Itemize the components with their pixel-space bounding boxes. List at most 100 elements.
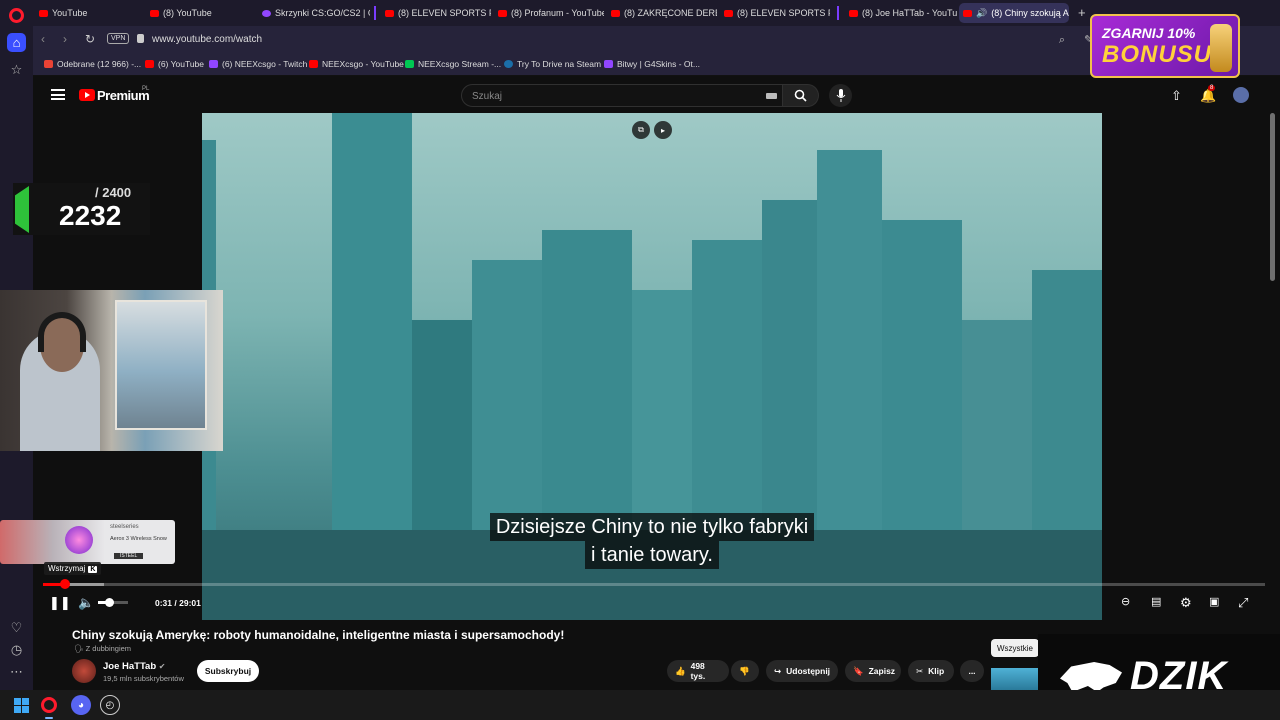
cast-icon[interactable]: ▸ xyxy=(654,121,672,139)
thumbs-down-icon: 👎 xyxy=(739,665,750,676)
verified-icon: ✔ xyxy=(158,662,166,671)
video-overlay-buttons: ⧉ ▸ xyxy=(632,121,672,139)
discord-taskbar-icon[interactable]: ◕ xyxy=(71,695,91,715)
opera-logo-icon[interactable] xyxy=(9,8,24,23)
upload-icon[interactable]: ⇧ xyxy=(1171,88,1182,104)
bookmark-youtube[interactable]: (6) YouTube xyxy=(145,59,204,69)
volume-handle[interactable] xyxy=(104,598,114,607)
bookmark-neex-youtube[interactable]: NEEXcsgo - YouTube xyxy=(309,59,404,69)
score-max: / 2400 xyxy=(95,185,132,200)
active-app-indicator xyxy=(45,717,53,719)
miniplayer-icon[interactable]: ⧉ xyxy=(632,121,650,139)
share-button[interactable]: ↪ Udostępnij xyxy=(766,660,838,682)
g4skins-favicon-icon xyxy=(262,9,271,17)
video-frame[interactable]: ⧉ ▸ Dzisiejsze Chiny to nie tylko fabryk… xyxy=(202,113,1102,620)
youtube-favicon-icon xyxy=(150,9,159,17)
clock-app-taskbar-icon[interactable]: ◴ xyxy=(100,695,120,715)
forward-icon[interactable]: › xyxy=(63,32,67,46)
miniplayer-icon[interactable]: ▣ xyxy=(1209,595,1219,608)
bookmark-steam[interactable]: Try To Drive na Steam xyxy=(504,59,601,69)
volume-icon[interactable]: 🔈 xyxy=(78,595,94,611)
search-button[interactable] xyxy=(783,84,819,107)
new-tab-button[interactable]: + xyxy=(1078,5,1086,20)
pause-tooltip: Wstrzymaj K xyxy=(44,562,102,575)
scrubber-handle[interactable] xyxy=(59,579,70,589)
caption-line-2: i tanie towary. xyxy=(585,541,719,569)
back-icon[interactable]: ‹ xyxy=(41,32,45,46)
thumbs-up-icon: 👍 xyxy=(675,665,686,676)
menu-icon[interactable] xyxy=(51,89,65,100)
bookmark-twitch[interactable]: (6) NEEXcsgo - Twitch xyxy=(209,59,307,69)
volume-slider[interactable] xyxy=(98,598,128,607)
caption-line-1: Dzisiejsze Chiny to nie tylko fabryki xyxy=(489,513,815,541)
speaker-icon: 🔊 xyxy=(976,7,988,18)
bookmark-g4skins[interactable]: Bitwy | G4Skins - Ot... xyxy=(604,59,700,69)
dislike-button[interactable]: 👎 xyxy=(731,660,759,682)
url-field[interactable]: www.youtube.com/watch xyxy=(152,34,262,45)
clip-button[interactable]: ✂ Klip xyxy=(908,660,954,682)
keyboard-icon[interactable] xyxy=(766,93,777,99)
subscriber-count: 19,5 mln subskrybentów xyxy=(103,674,184,683)
tab-eleven-sports[interactable]: (8) ELEVEN SPORTS PL - Y xyxy=(381,3,491,23)
opera-taskbar-icon[interactable] xyxy=(41,697,57,713)
screen: ⌂ ☆ ♡ ◷ ⋯ YouTube (8) YouTube Skrzynki C… xyxy=(0,0,1280,720)
voice-search-button[interactable] xyxy=(829,84,852,107)
tab-youtube[interactable]: YouTube xyxy=(35,3,143,23)
lock-icon[interactable] xyxy=(137,34,144,43)
dubbing-label: Z dubbingiem xyxy=(85,644,132,653)
tab-joe-hattab[interactable]: (8) Joe HaTTab - YouTube xyxy=(845,3,957,23)
tab-derby[interactable]: (8) ZAKRĘCONE DERBY W xyxy=(607,3,717,23)
tab-youtube-2[interactable]: (8) YouTube xyxy=(146,3,254,23)
reload-icon[interactable]: ↻ xyxy=(85,32,95,46)
recommended-thumbnail[interactable] xyxy=(991,668,1039,690)
all-chip[interactable]: Wszystkie xyxy=(991,639,1039,657)
tab-label: (8) Joe HaTTab - YouTube xyxy=(862,8,957,18)
tab-label: Skrzynki CS:GO/CS2 | G4S xyxy=(275,8,370,18)
channel-name[interactable]: Joe HaTTab ✔ xyxy=(103,661,165,672)
tab-profanum[interactable]: (8) Profanum - YouTube xyxy=(494,3,604,23)
tab-g4skins[interactable]: Skrzynki CS:GO/CS2 | G4S xyxy=(258,3,370,23)
fullscreen-icon[interactable]: ⤢ xyxy=(1238,595,1248,611)
boar-icon xyxy=(1060,662,1122,692)
youtube-favicon-icon xyxy=(498,9,507,17)
settings-gear-icon[interactable]: ⚙ xyxy=(1180,595,1192,611)
bonus-ad-banner[interactable]: ZGARNIJ 10% BONUSU xyxy=(1090,14,1240,78)
microphone-icon xyxy=(836,89,845,102)
home-icon[interactable]: ⌂ xyxy=(7,33,26,52)
bookmark-neex-stream[interactable]: NEEXcsgo Stream -... xyxy=(405,59,501,69)
favorites-heart-icon[interactable]: ♡ xyxy=(7,618,26,637)
steelseries-brand: steelseries xyxy=(110,524,139,530)
like-button[interactable]: 👍 498 tys. xyxy=(667,660,729,682)
account-avatar[interactable] xyxy=(1233,87,1249,103)
youtube-favicon-icon xyxy=(309,60,318,68)
bookmark-icon: 🔖 xyxy=(853,665,864,676)
coin-graphic-icon xyxy=(1210,24,1232,72)
tab-label: (8) ELEVEN SPORTS PL - Y xyxy=(398,8,491,18)
tab-group-divider xyxy=(374,6,376,20)
score-overlay: / 2400 2232 xyxy=(13,183,150,235)
tab-active-video[interactable]: 🔊(8) Chiny szokują Ame xyxy=(959,3,1069,23)
subscribe-button[interactable]: Subskrybuj xyxy=(197,660,259,682)
windows-start-icon[interactable] xyxy=(14,698,29,713)
more-actions-button[interactable]: ... xyxy=(960,660,984,682)
tooltip-text: Wstrzymaj xyxy=(48,564,86,573)
save-label: Zapisz xyxy=(868,666,896,676)
speed-dial-icon[interactable]: ☆ xyxy=(7,60,26,79)
sidebar-more-icon[interactable]: ⋯ xyxy=(7,662,26,681)
tab-label: (8) ZAKRĘCONE DERBY W xyxy=(624,8,717,18)
save-button[interactable]: 🔖 Zapisz xyxy=(845,660,901,682)
history-clock-icon[interactable]: ◷ xyxy=(7,640,26,659)
search-input[interactable] xyxy=(472,89,752,103)
page-scrollbar[interactable] xyxy=(1270,113,1275,281)
vpn-badge[interactable]: VPN xyxy=(107,33,130,44)
youtube-favicon-icon xyxy=(39,9,48,17)
subtitles-icon[interactable]: ▤ xyxy=(1151,595,1161,608)
channel-avatar[interactable] xyxy=(72,659,96,683)
bookmark-gmail[interactable]: Odebrane (12 966) -... xyxy=(44,59,141,69)
autoplay-toggle-icon[interactable]: ⊖ xyxy=(1121,595,1130,608)
bookmark-label: NEEXcsgo - YouTube xyxy=(322,59,404,69)
youtube-logo-icon[interactable] xyxy=(79,89,95,101)
progress-bar[interactable] xyxy=(43,579,1265,589)
tab-eleven-sports-2[interactable]: (8) ELEVEN SPORTS PL - Y xyxy=(720,3,830,23)
pause-icon[interactable]: ❚❚ xyxy=(49,595,71,611)
